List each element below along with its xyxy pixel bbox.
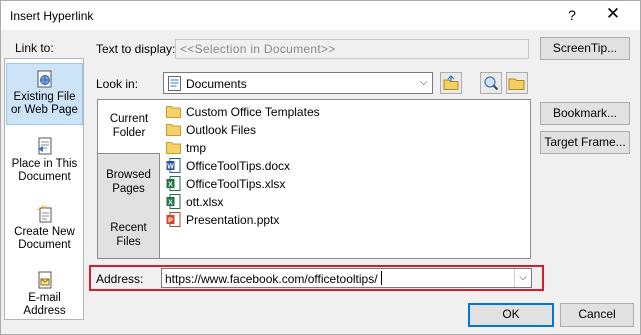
list-item[interactable]: Custom Office Templates bbox=[166, 103, 320, 120]
folder-icon bbox=[166, 142, 181, 154]
nav-recent-files-line2: Files bbox=[116, 236, 141, 248]
list-item[interactable]: X ott.xlsx bbox=[166, 193, 223, 210]
browse-web-button[interactable] bbox=[480, 72, 502, 94]
list-item[interactable]: Outlook Files bbox=[166, 121, 256, 138]
folder-icon bbox=[166, 124, 181, 136]
link-to-email-address[interactable]: E-mail Address bbox=[6, 267, 83, 323]
file-name: Custom Office Templates bbox=[186, 104, 320, 119]
text-caret bbox=[381, 271, 382, 285]
look-in-label: Look in: bbox=[96, 77, 139, 91]
look-in-dropdown[interactable]: Documents ⌵ bbox=[163, 72, 433, 94]
ok-button[interactable]: OK bbox=[468, 303, 554, 327]
word-file-icon: W bbox=[166, 158, 181, 173]
new-document-icon bbox=[36, 205, 51, 223]
text-to-display-label: Text to display: bbox=[96, 42, 176, 56]
address-label: Address: bbox=[96, 272, 144, 286]
link-to-panel: Existing File or Web Page Place in This … bbox=[4, 58, 84, 320]
nav-browsed-pages[interactable]: Browsed Pages bbox=[98, 158, 159, 208]
list-item[interactable]: X OfficeToolTips.xlsx bbox=[166, 175, 285, 192]
list-item[interactable]: tmp bbox=[166, 139, 206, 156]
powerpoint-file-icon: P bbox=[166, 212, 181, 227]
file-list: Custom Office Templates Outlook Files tm… bbox=[160, 99, 531, 259]
nav-browsed-pages-line1: Browsed bbox=[106, 169, 151, 181]
cancel-button[interactable]: Cancel bbox=[560, 303, 634, 327]
folder-icon bbox=[166, 106, 181, 118]
list-item[interactable]: P Presentation.pptx bbox=[166, 211, 279, 228]
address-input[interactable]: https://www.facebook.com/officetooltips/… bbox=[161, 268, 532, 288]
window-title: Insert Hyperlink bbox=[10, 9, 94, 23]
globe-page-icon bbox=[37, 70, 51, 88]
email-icon bbox=[38, 271, 51, 289]
up-folder-button[interactable] bbox=[440, 72, 462, 94]
nav-recent-files[interactable]: Recent Files bbox=[98, 210, 159, 258]
nav-current-folder-line2: Folder bbox=[112, 127, 146, 139]
help-button[interactable]: ? bbox=[564, 7, 580, 23]
svg-text:W: W bbox=[167, 164, 174, 171]
target-frame-button[interactable]: Target Frame... bbox=[540, 131, 630, 154]
chevron-down-icon[interactable]: ⌵ bbox=[414, 73, 432, 93]
close-button[interactable]: ✕ bbox=[601, 4, 625, 24]
link-to-email-line2: Address bbox=[23, 305, 66, 317]
svg-text:P: P bbox=[168, 218, 173, 225]
documents-icon bbox=[168, 76, 181, 91]
file-name: Presentation.pptx bbox=[186, 212, 280, 227]
title-bar: Insert Hyperlink ? ✕ bbox=[0, 0, 641, 30]
link-to-create-line1: Create New bbox=[14, 226, 75, 238]
excel-file-icon: X bbox=[166, 176, 181, 191]
file-name: ott.xlsx bbox=[186, 194, 224, 209]
nav-browsed-pages-line2: Pages bbox=[112, 183, 145, 195]
nav-recent-files-line1: Recent bbox=[110, 222, 147, 234]
file-name: tmp bbox=[186, 140, 207, 155]
open-folder-icon bbox=[508, 78, 525, 90]
link-to-label: Link to: bbox=[15, 41, 54, 55]
look-in-value: Documents bbox=[186, 77, 247, 91]
text-to-display-field[interactable]: <<Selection in Document>> bbox=[175, 39, 529, 59]
svg-text:X: X bbox=[168, 200, 173, 207]
link-to-email-line1: E-mail bbox=[28, 292, 61, 304]
link-to-create-new-document[interactable]: Create New Document bbox=[6, 201, 83, 257]
svg-text:X: X bbox=[168, 182, 173, 189]
file-name: OfficeToolTips.docx bbox=[186, 158, 291, 173]
link-to-existing-file-line2: or Web Page bbox=[11, 104, 78, 116]
file-name: OfficeToolTips.xlsx bbox=[186, 176, 286, 191]
list-item[interactable]: W OfficeToolTips.docx bbox=[166, 157, 290, 174]
excel-file-icon: X bbox=[166, 194, 181, 209]
link-to-place-line2: Document bbox=[18, 171, 71, 183]
link-to-create-line2: Document bbox=[18, 239, 71, 251]
up-folder-icon bbox=[443, 75, 459, 90]
screentip-button[interactable]: ScreenTip... bbox=[540, 37, 630, 60]
address-value: https://www.facebook.com/officetooltips/ bbox=[165, 272, 378, 286]
nav-current-folder[interactable]: Current Folder bbox=[97, 99, 160, 154]
browse-web-icon bbox=[484, 76, 499, 91]
link-to-place-line1: Place in This bbox=[11, 158, 78, 170]
browse-nav: Current Folder Browsed Pages Recent File… bbox=[97, 99, 160, 259]
link-to-existing-file-line1: Existing File bbox=[13, 91, 76, 103]
link-to-existing-file[interactable]: Existing File or Web Page bbox=[6, 63, 83, 125]
link-to-place-in-document[interactable]: Place in This Document bbox=[6, 133, 83, 189]
chevron-down-icon[interactable]: ⌵ bbox=[514, 269, 531, 287]
browse-file-button[interactable] bbox=[506, 72, 528, 94]
nav-current-folder-line1: Current bbox=[109, 113, 149, 125]
document-place-icon bbox=[37, 137, 51, 155]
file-name: Outlook Files bbox=[186, 122, 257, 137]
bookmark-button[interactable]: Bookmark... bbox=[540, 102, 630, 125]
